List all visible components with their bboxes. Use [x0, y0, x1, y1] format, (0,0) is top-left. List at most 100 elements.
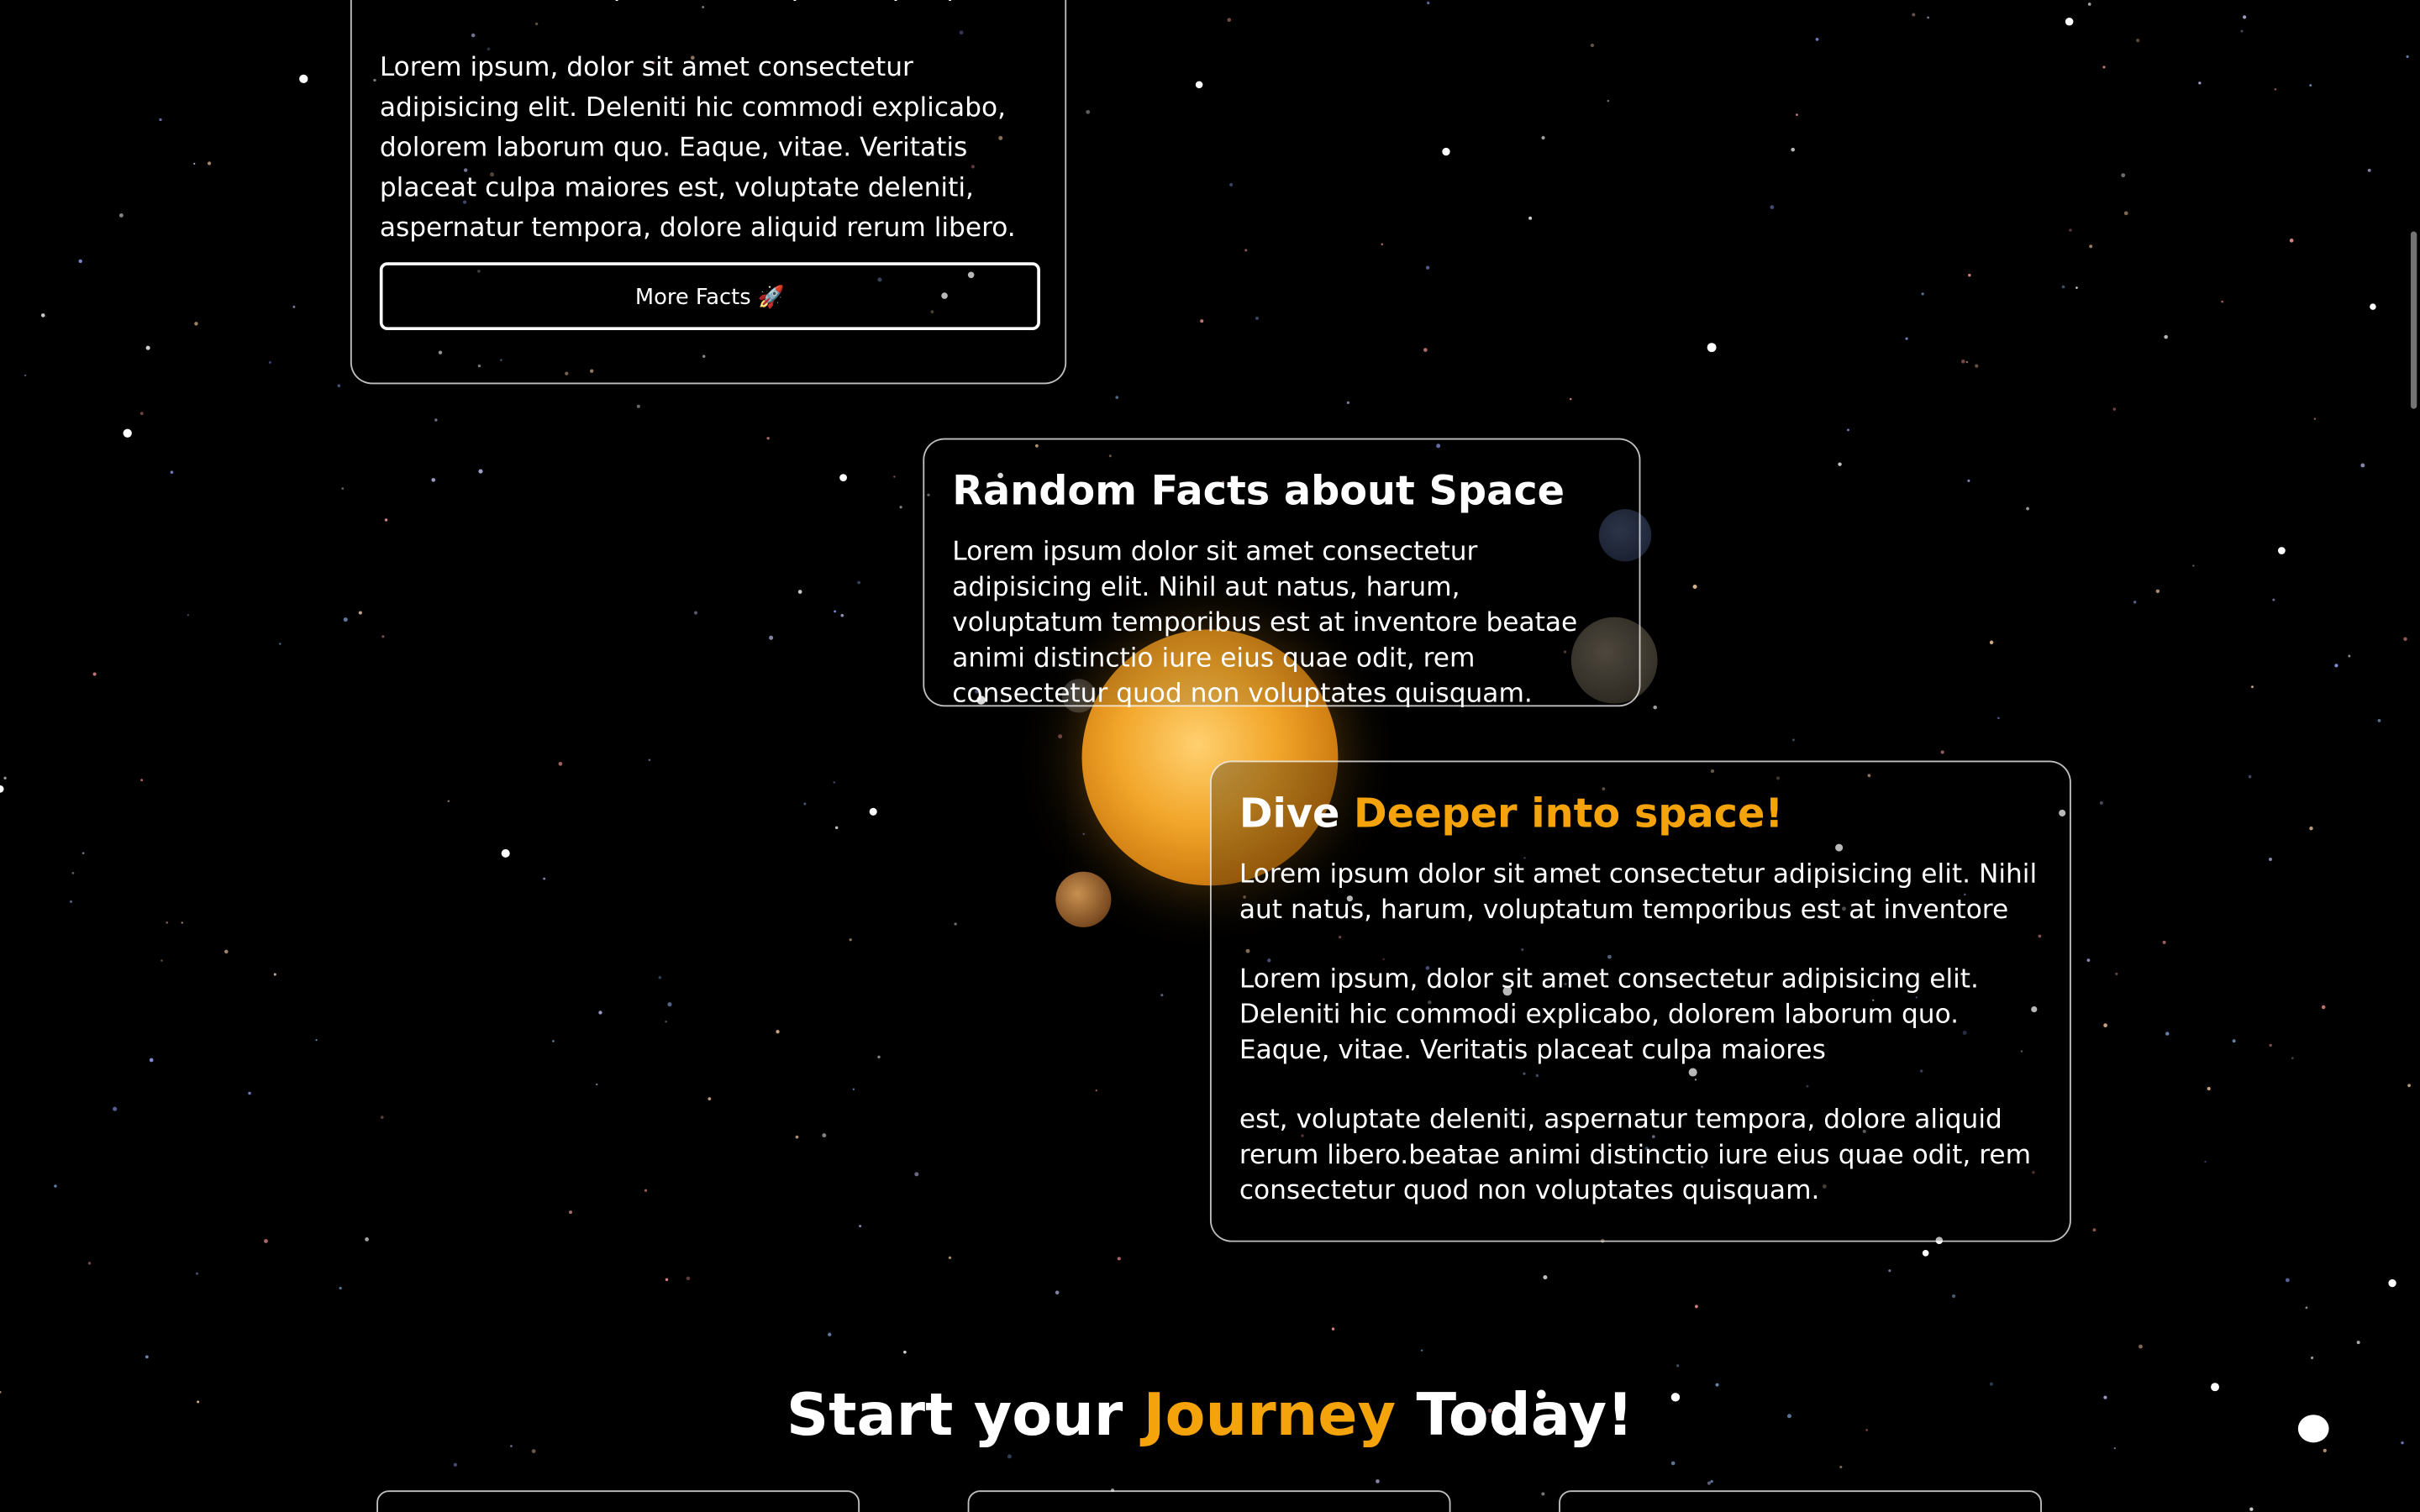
star [292, 305, 296, 308]
star [339, 1286, 342, 1290]
journey-card-1[interactable] [376, 1490, 860, 1512]
star [2356, 1341, 2360, 1345]
star [1791, 738, 1795, 742]
star [1590, 43, 1595, 48]
facts-card-top-paragraph-1: rem consectetur quod non voluptates quis… [380, 0, 1037, 8]
more-facts-button[interactable]: More Facts 🚀 [379, 262, 1040, 331]
star [1695, 1305, 1698, 1309]
star [2061, 285, 2065, 289]
star [1086, 109, 1091, 114]
star [1847, 428, 1849, 432]
star [160, 959, 163, 962]
star [2240, 29, 2244, 33]
star [1912, 13, 1916, 17]
star [893, 475, 896, 478]
star [840, 613, 844, 617]
star [1670, 1461, 1676, 1466]
journey-heading-start: Start your [786, 1380, 1144, 1449]
star [2155, 589, 2160, 594]
star [665, 1278, 669, 1282]
random-facts-title: Random Facts about Space [952, 469, 1565, 516]
star [2388, 1278, 2396, 1288]
star [1095, 1089, 1097, 1092]
star [1940, 750, 1944, 754]
star [196, 1272, 199, 1275]
star [2162, 940, 2166, 944]
star [2198, 81, 2202, 85]
star [434, 418, 438, 422]
star [2164, 334, 2168, 339]
star [954, 922, 957, 926]
star [2123, 211, 2128, 216]
star [159, 118, 162, 122]
star [337, 384, 341, 387]
dive-deeper-paragraph-1: Lorem ipsum dolor sit amet consectetur a… [1239, 859, 2038, 927]
star [665, 1021, 667, 1023]
dive-deeper-card: Dive Deeper into space! Lorem ipsum dolo… [1209, 760, 2071, 1242]
star [636, 404, 640, 408]
star [341, 487, 345, 490]
star [2192, 564, 2195, 567]
star [1331, 1327, 1335, 1331]
star [2248, 774, 2252, 779]
star [501, 848, 510, 858]
star [1815, 37, 1819, 41]
star [1442, 147, 1450, 156]
star [1676, 1364, 1680, 1368]
star [2103, 1023, 2107, 1028]
moon-icon [2297, 1415, 2329, 1443]
facts-card-top: rem consectetur quod non voluptates quis… [350, 0, 1067, 385]
star [343, 617, 348, 622]
star [71, 871, 75, 874]
star [170, 470, 174, 474]
star [2310, 1356, 2314, 1360]
star [2069, 228, 2072, 232]
star [877, 1055, 881, 1059]
star [1229, 182, 1234, 186]
star [2289, 239, 2294, 243]
star [1115, 396, 1119, 399]
star [2112, 407, 2117, 411]
star [87, 1262, 92, 1265]
star [839, 474, 847, 482]
star [1160, 994, 1164, 997]
star [2334, 664, 2338, 668]
dive-deeper-title: Dive Deeper into space! [1239, 790, 2042, 839]
star [1951, 1294, 1956, 1299]
star [380, 1116, 384, 1120]
journey-card-2[interactable] [967, 1490, 1451, 1512]
star [1989, 640, 1994, 645]
star [1541, 135, 1545, 140]
star [766, 437, 770, 440]
star [1420, 1349, 1423, 1352]
star [1423, 348, 1428, 352]
star [92, 672, 97, 676]
random-facts-card: Random Facts about Space Lorem ipsum dol… [923, 438, 1641, 710]
star [822, 1133, 827, 1138]
journey-card-3[interactable] [1559, 1490, 2042, 1512]
star [149, 1058, 154, 1063]
star [1888, 1269, 1891, 1273]
star [1770, 205, 1775, 210]
star [145, 345, 150, 350]
star [2102, 66, 2106, 69]
star [1569, 397, 1572, 401]
star [1710, 1479, 1713, 1483]
star [447, 800, 450, 802]
star [1967, 479, 1970, 482]
star [2268, 858, 2272, 862]
star [2089, 244, 2093, 249]
star [453, 1462, 457, 1467]
star [2321, 1005, 2326, 1010]
star [769, 635, 774, 640]
scrollbar-thumb[interactable] [2410, 231, 2417, 409]
star [1839, 1465, 1843, 1469]
star [1381, 243, 1384, 246]
star [2377, 719, 2381, 722]
star [2277, 547, 2286, 554]
star [194, 322, 198, 326]
star [2367, 168, 2371, 172]
star [667, 1002, 672, 1007]
